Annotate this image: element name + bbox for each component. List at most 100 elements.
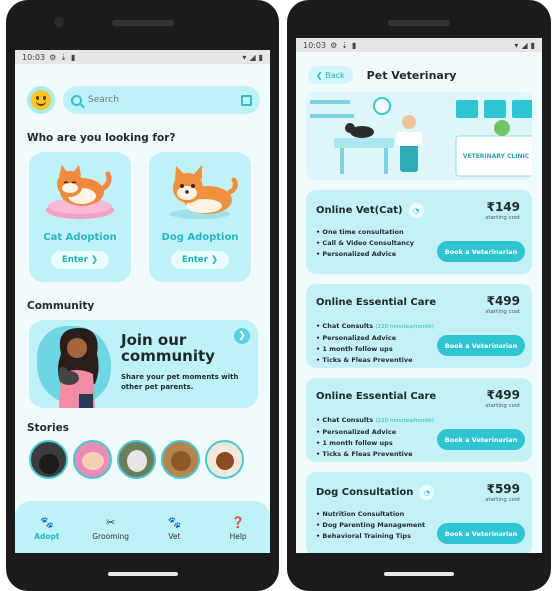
phone-top-bezel bbox=[6, 0, 279, 50]
service-name: Online Essential Care bbox=[316, 391, 437, 402]
clinic-sign-text: VETERINARY CLINIC bbox=[463, 153, 530, 160]
wifi-icon: ▾ bbox=[514, 40, 519, 50]
feature-item: Personalized Advice bbox=[316, 333, 434, 344]
service-price-sub: starting cost bbox=[485, 403, 520, 409]
home-indicator[interactable] bbox=[107, 572, 178, 576]
service-features: Nutrition Consultation Dog Parenting Man… bbox=[316, 509, 425, 542]
vet-header: ❮ Back Pet Veterinary bbox=[296, 52, 542, 84]
cat-adoption-label: Cat Adoption bbox=[43, 232, 117, 243]
download-icon: ⇣ bbox=[60, 52, 67, 62]
vet-clinic-illustration: VETERINARY CLINIC bbox=[306, 92, 532, 180]
feature-item: Ticks & Fleas Preventive bbox=[316, 449, 434, 460]
status-bar: 10:03 ⚙ ⇣ ▮ ▾ ◢ ▮ bbox=[15, 50, 270, 64]
vet-screen: 10:03 ⚙ ⇣ ▮ ▾ ◢ ▮ ❮ Back Pet Veterinary bbox=[296, 38, 542, 553]
feature-item: Personalized Advice bbox=[316, 249, 414, 260]
service-features: One time consultation Call & Video Consu… bbox=[316, 227, 414, 260]
battery-icon: ▮ bbox=[530, 40, 535, 50]
help-icon: ❓ bbox=[231, 516, 245, 529]
chevron-right-icon[interactable]: ❯ bbox=[234, 328, 250, 344]
service-card: Dog Consultation ◔ ₹599 starting cost Nu… bbox=[306, 472, 532, 553]
adoption-cards: Cat Adoption Enter ❯ Dog Adoption Enter … bbox=[15, 144, 270, 282]
status-bar: 10:03 ⚙ ⇣ ▮ ▾ ◢ ▮ bbox=[296, 38, 542, 52]
service-price-sub: starting cost bbox=[485, 497, 520, 503]
stories-row bbox=[15, 434, 270, 479]
battery-icon: ▮ bbox=[258, 52, 263, 62]
story-avatar[interactable] bbox=[29, 440, 68, 479]
feature-item: Ticks & Fleas Preventive bbox=[316, 355, 434, 366]
story-avatar[interactable] bbox=[161, 440, 200, 479]
service-name: Online Essential Care bbox=[316, 297, 437, 308]
service-price: ₹499 bbox=[486, 388, 520, 402]
stage: 10:03 ⚙ ⇣ ▮ ▾ ◢ ▮ Search Who are you loo… bbox=[0, 0, 557, 591]
nav-grooming-label: Grooming bbox=[92, 532, 130, 541]
search-input[interactable] bbox=[88, 95, 235, 105]
story-avatar[interactable] bbox=[73, 440, 112, 479]
back-button[interactable]: ❮ Back bbox=[308, 66, 353, 84]
feature-item: Chat Consults (220 minutes/month) bbox=[316, 415, 434, 427]
feature-item: Personalized Advice bbox=[316, 427, 434, 438]
earpiece-speaker bbox=[111, 20, 174, 26]
page-title: Pet Veterinary bbox=[366, 68, 457, 82]
settings-icon: ⚙ bbox=[49, 52, 57, 62]
story-avatar[interactable] bbox=[117, 440, 156, 479]
book-veterinarian-button[interactable]: Book a Veterinarian bbox=[437, 335, 525, 356]
feature-item: Dog Parenting Management bbox=[316, 520, 425, 531]
feature-item: Call & Video Consultancy bbox=[316, 238, 414, 249]
phone-home: 10:03 ⚙ ⇣ ▮ ▾ ◢ ▮ Search Who are you loo… bbox=[6, 0, 279, 591]
book-veterinarian-button[interactable]: Book a Veterinarian bbox=[437, 429, 525, 450]
nav-vet[interactable]: 🐾 Vet bbox=[149, 516, 199, 542]
dog-adoption-card[interactable]: Dog Adoption Enter ❯ bbox=[149, 152, 251, 282]
community-card[interactable]: Join our community Share your pet moment… bbox=[29, 320, 258, 408]
signal-icon: ◢ bbox=[249, 52, 256, 62]
scan-icon[interactable] bbox=[241, 94, 252, 106]
service-price: ₹499 bbox=[486, 294, 520, 308]
nav-adopt[interactable]: 🐾 Adopt bbox=[22, 517, 72, 542]
sim-icon: ▮ bbox=[70, 52, 76, 62]
feature-item: Chat Consults (220 minutes/month) bbox=[316, 321, 434, 333]
service-features: Chat Consults (220 minutes/month) Person… bbox=[316, 321, 434, 366]
book-veterinarian-button[interactable]: Book a Veterinarian bbox=[437, 241, 525, 262]
service-name: Online Vet(Cat) ◔ bbox=[316, 203, 424, 218]
service-price-sub: starting cost bbox=[485, 215, 520, 221]
dog-enter-button[interactable]: Enter ❯ bbox=[171, 251, 229, 269]
service-card: Online Vet(Cat) ◔ ₹149 starting cost One… bbox=[306, 190, 532, 274]
home-header bbox=[15, 64, 270, 114]
cat-enter-button[interactable]: Enter ❯ bbox=[51, 251, 109, 269]
service-features: Chat Consults (220 minutes/month) Person… bbox=[316, 415, 434, 460]
feature-item: Nutrition Consultation bbox=[316, 509, 425, 520]
service-price: ₹149 bbox=[486, 200, 520, 214]
woman-with-pet-illustration bbox=[58, 328, 99, 408]
sim-icon: ▮ bbox=[351, 40, 357, 50]
service-price: ₹599 bbox=[486, 482, 520, 496]
dog-illustration bbox=[170, 165, 238, 219]
signal-icon: ◢ bbox=[521, 40, 528, 50]
wifi-icon: ▾ bbox=[242, 52, 247, 62]
story-avatar[interactable] bbox=[205, 440, 244, 479]
nav-help-label: Help bbox=[229, 532, 247, 541]
bottom-nav: 🐾 Adopt ✂ Grooming 🐾 Vet ❓ Help bbox=[15, 501, 270, 553]
paw-print-icon: 🐾 bbox=[167, 516, 182, 529]
info-badge-icon: ◔ bbox=[419, 485, 435, 500]
front-camera bbox=[54, 17, 64, 27]
nav-help[interactable]: ❓ Help bbox=[213, 516, 263, 542]
feature-item: One time consultation bbox=[316, 227, 414, 238]
cat-illustration bbox=[46, 165, 114, 219]
smiley-icon bbox=[31, 90, 51, 110]
search-icon bbox=[71, 94, 82, 106]
community-description: Share your pet moments with other pet pa… bbox=[121, 373, 239, 391]
vet-hero-banner: VETERINARY CLINIC bbox=[306, 92, 532, 180]
avatar[interactable] bbox=[27, 86, 55, 114]
service-price-sub: starting cost bbox=[485, 309, 520, 315]
feature-item: 1 month follow ups bbox=[316, 344, 434, 355]
search-bar[interactable] bbox=[63, 86, 260, 114]
service-card: Online Essential Care ₹499 starting cost… bbox=[306, 284, 532, 368]
status-time: 10:03 bbox=[303, 40, 327, 50]
nav-grooming[interactable]: ✂ Grooming bbox=[86, 516, 136, 542]
home-indicator[interactable] bbox=[384, 572, 454, 576]
cat-adoption-card[interactable]: Cat Adoption Enter ❯ bbox=[29, 152, 131, 282]
service-name: Dog Consultation ◔ bbox=[316, 485, 435, 500]
scissors-icon: ✂ bbox=[106, 516, 116, 529]
looking-title: Who are you looking for? bbox=[27, 132, 176, 144]
book-veterinarian-button[interactable]: Book a Veterinarian bbox=[437, 523, 525, 544]
community-heading: Join our community bbox=[121, 331, 215, 365]
